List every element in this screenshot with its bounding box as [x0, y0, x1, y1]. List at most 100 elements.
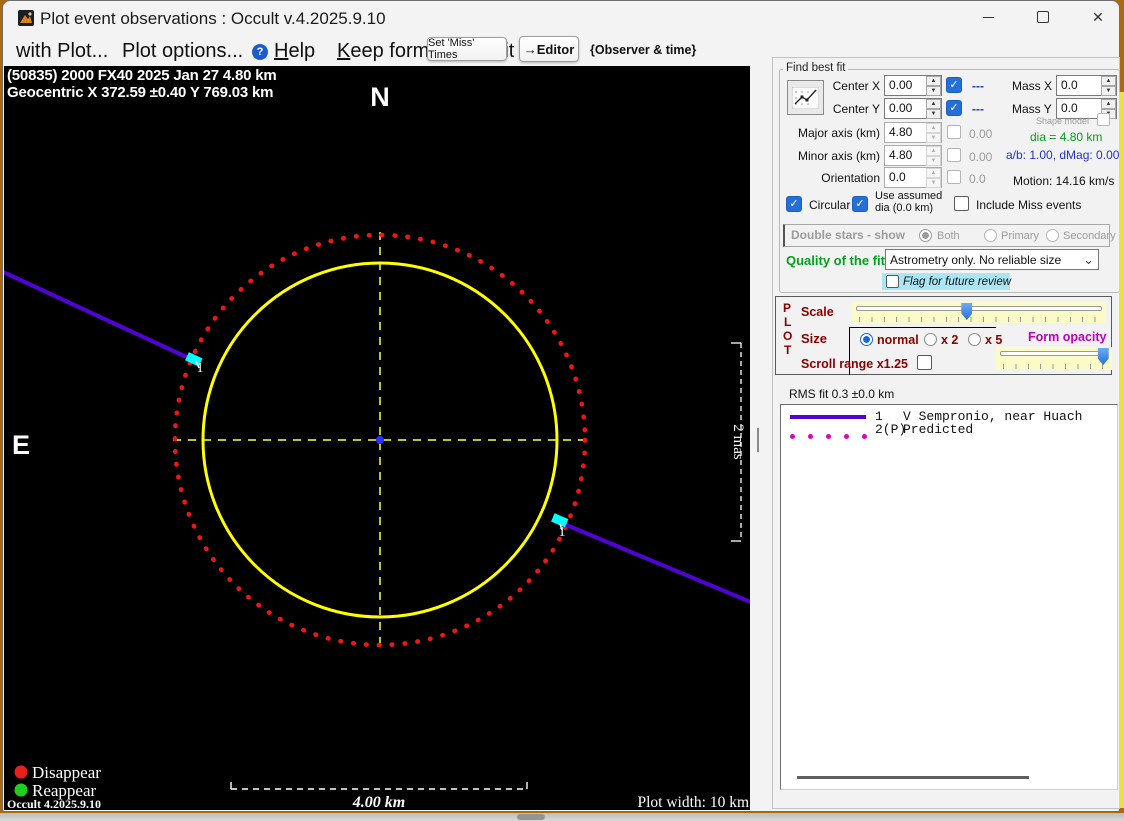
spin-up-icon[interactable]: ▲ — [926, 168, 941, 178]
plot-letter-p: P — [783, 301, 792, 315]
window-title: Plot event observations : Occult v.4.202… — [40, 9, 386, 28]
form-opacity-label: Form opacity — [1028, 330, 1107, 344]
rms-fit-label: RMS fit 0.3 ±0.0 km — [789, 387, 895, 401]
scale-slider-ticks — [859, 317, 1101, 322]
ab-dmag-label: a/b: 1.00, dMag: 0.00 — [1006, 148, 1120, 162]
double-stars-primary-radio[interactable] — [984, 229, 997, 242]
major-axis-value[interactable]: 4.80 — [885, 123, 926, 142]
scale-slider[interactable] — [852, 302, 1106, 323]
form-opacity-groove[interactable] — [1000, 351, 1108, 356]
chord-1-label: 1 — [197, 361, 204, 376]
major-axis-spinner[interactable]: 4.80 ▲ ▼ — [884, 122, 942, 143]
shape-model-label: Shape model — [1036, 116, 1090, 126]
mass-x-value[interactable]: 0.0 — [1057, 76, 1101, 95]
size-group-rule-top — [849, 327, 996, 328]
spin-down-icon[interactable]: ▼ — [926, 86, 941, 96]
bottom-scrollbar-thumb[interactable] — [517, 814, 545, 820]
menu-plot-options[interactable]: Plot options... — [122, 40, 243, 63]
close-button[interactable]: ✕ — [1076, 3, 1120, 31]
center-y-fit-checkbox[interactable]: ✓ — [946, 100, 962, 116]
orientation-fit-checkbox[interactable] — [947, 170, 961, 184]
scroll-range-label: Scroll range x1.25 — [801, 357, 909, 371]
maximize-icon — [1037, 11, 1049, 23]
double-stars-both-label: Both — [937, 230, 960, 242]
spin-up-icon[interactable]: ▲ — [1101, 76, 1116, 86]
spin-down-icon[interactable]: ▼ — [926, 109, 941, 119]
quality-value: Astrometry only. No reliable size — [890, 252, 1062, 267]
spin-down-icon[interactable]: ▼ — [1101, 86, 1116, 96]
center-x-label: Center X — [832, 79, 880, 93]
chevron-down-icon: ⌄ — [1083, 251, 1094, 267]
spin-down-icon[interactable]: ▼ — [926, 178, 941, 188]
spin-down-icon[interactable]: ▼ — [926, 156, 941, 166]
obs-2-num[interactable]: 2(P) — [875, 422, 906, 437]
mass-x-label: Mass X — [1012, 79, 1053, 93]
spin-down-icon[interactable]: ▼ — [926, 133, 941, 143]
center-y-spinner[interactable]: 0.00 ▲ ▼ — [884, 98, 942, 119]
center-y-value[interactable]: 0.00 — [885, 99, 926, 118]
shape-model-checkbox[interactable] — [1097, 113, 1110, 126]
size-x2-radio[interactable] — [924, 333, 937, 346]
check-icon: ✓ — [855, 198, 865, 210]
form-opacity-slider[interactable] — [996, 347, 1112, 370]
set-miss-times-button[interactable]: Set 'Miss' Times — [427, 37, 507, 61]
quality-dropdown[interactable]: Astrometry only. No reliable size ⌄ — [885, 249, 1099, 270]
minor-axis-value[interactable]: 4.80 — [885, 146, 926, 165]
menu-with-plot[interactable]: with Plot... — [16, 40, 108, 63]
use-assumed-label-2: dia (0.0 km) — [875, 202, 934, 214]
plot-letter-o: O — [783, 329, 793, 343]
double-stars-secondary-radio[interactable] — [1046, 229, 1059, 242]
orientation-err: 0.0 — [969, 172, 986, 186]
size-normal-radio[interactable] — [860, 333, 873, 346]
scale-slider-groove[interactable] — [856, 306, 1102, 311]
scroll-range-checkbox[interactable] — [917, 355, 932, 370]
scale-bar-label: 4.00 km — [352, 794, 405, 810]
spin-up-icon[interactable]: ▲ — [926, 146, 941, 156]
minimize-button[interactable] — [966, 3, 1010, 31]
obs-2-swatch — [790, 426, 875, 439]
mass-x-spinner[interactable]: 0.0 ▲ ▼ — [1056, 75, 1117, 96]
orientation-spinner[interactable]: 0.0 ▲ ▼ — [884, 167, 942, 188]
help-icon: ? — [252, 44, 268, 60]
use-assumed-label-1: Use assumed — [875, 190, 943, 202]
north-label: N — [370, 82, 390, 112]
center-x-spinner[interactable]: 0.00 ▲ ▼ — [884, 75, 942, 96]
include-miss-label: Include Miss events — [976, 198, 1082, 212]
center-x-value[interactable]: 0.00 — [885, 76, 926, 95]
spin-up-icon[interactable]: ▲ — [926, 123, 941, 133]
obs-2-name[interactable]: Predicted — [903, 422, 973, 437]
circular-checkbox[interactable]: ✓ — [786, 196, 802, 212]
bottom-scrollbar[interactable] — [0, 813, 1124, 821]
observation-list[interactable] — [780, 404, 1118, 790]
editor-button[interactable]: →Editor — [519, 36, 579, 62]
version-label: Occult 4.2025.9.10 — [7, 797, 101, 810]
spin-up-icon[interactable]: ▲ — [1101, 99, 1116, 109]
double-stars-label: Double stars - show — [791, 228, 906, 242]
size-normal-label: normal — [877, 333, 919, 347]
maximize-button[interactable] — [1021, 3, 1065, 31]
double-stars-both-radio[interactable] — [919, 229, 932, 242]
splitter-handle[interactable] — [757, 428, 759, 452]
reappear-dot — [14, 783, 28, 797]
double-stars-primary-label: Primary — [1001, 230, 1039, 242]
orientation-value[interactable]: 0.0 — [885, 168, 926, 187]
flag-review-checkbox[interactable] — [886, 275, 899, 288]
minor-axis-spinner[interactable]: 4.80 ▲ ▼ — [884, 145, 942, 166]
include-miss-checkbox[interactable] — [954, 196, 969, 211]
list-separator — [797, 776, 1029, 779]
center-x-fit-checkbox[interactable]: ✓ — [946, 77, 962, 93]
size-x5-radio[interactable] — [968, 333, 981, 346]
plot-canvas[interactable]: 1 1 N E (50835) 2000 FX40 2025 Jan 27 4.… — [4, 66, 750, 810]
east-label: E — [12, 430, 30, 460]
plot-letter-t: T — [784, 343, 792, 357]
minor-axis-fit-checkbox[interactable] — [947, 148, 961, 162]
major-axis-fit-checkbox[interactable] — [947, 125, 961, 139]
spin-up-icon[interactable]: ▲ — [926, 99, 941, 109]
chord-2-label: 1 — [559, 525, 566, 540]
use-assumed-dia-checkbox[interactable]: ✓ — [852, 196, 868, 212]
form-opacity-thumb[interactable] — [1097, 348, 1109, 365]
menu-help[interactable]: Help — [274, 40, 315, 63]
mass-y-label: Mass Y — [1012, 102, 1052, 116]
spin-up-icon[interactable]: ▲ — [926, 76, 941, 86]
legend-disappear: Disappear — [32, 763, 101, 782]
